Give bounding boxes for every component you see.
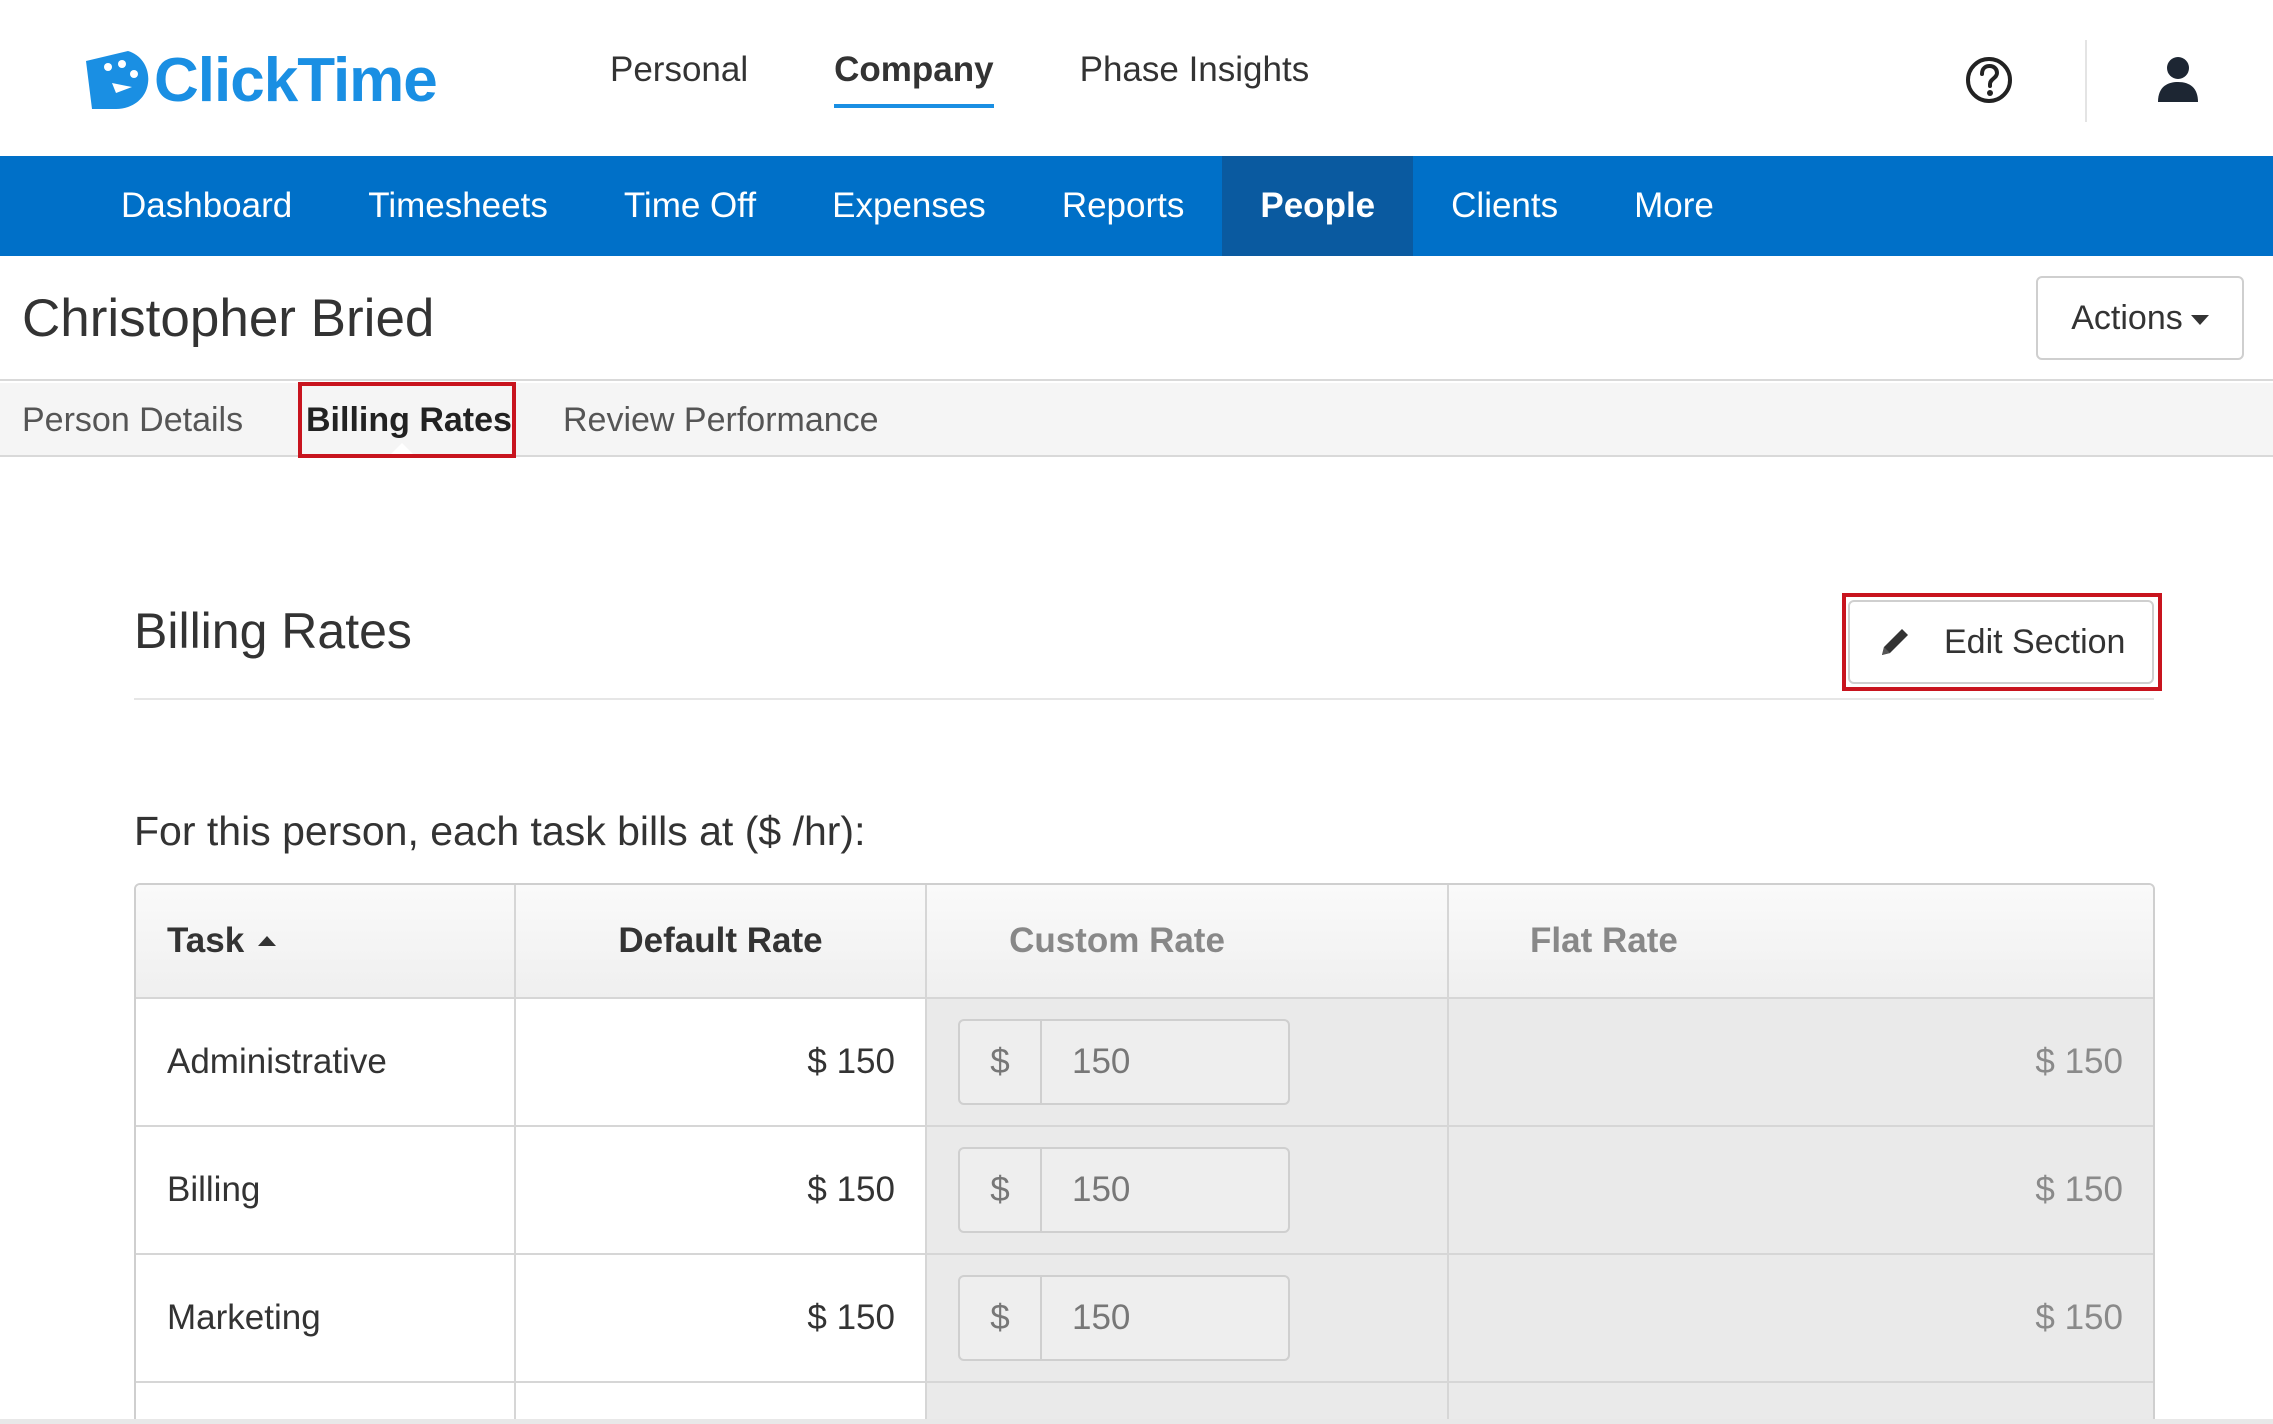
custom-rate-value[interactable]: 150 (1042, 1277, 1288, 1359)
custom-rate-cell: $ 150 (927, 1255, 1449, 1381)
rates-intro-text: For this person, each task bills at ($ /… (134, 808, 866, 854)
nav-clients[interactable]: Clients (1413, 156, 1596, 256)
custom-rate-cell (927, 1383, 1449, 1424)
table-row: Marketing $ 150 $ 150 $ 150 (136, 1255, 2153, 1383)
task-name: Marketing (136, 1255, 516, 1381)
actions-label: Actions (2071, 298, 2183, 337)
main-nav: Dashboard Timesheets Time Off Expenses R… (0, 156, 2273, 256)
top-nav-company[interactable]: Company (834, 50, 994, 108)
highlight-box-billing-tab (298, 382, 516, 458)
top-header: ClickTime Personal Company Phase Insight… (0, 0, 2273, 156)
currency-prefix: $ (960, 1277, 1042, 1359)
flat-rate: $ 150 (1449, 999, 2153, 1125)
flat-rate (1449, 1383, 2153, 1424)
default-rate (516, 1383, 927, 1424)
header-divider (2085, 40, 2087, 122)
section-divider (134, 698, 2154, 700)
task-name: Billing (136, 1127, 516, 1253)
table-row (136, 1383, 2153, 1424)
clicktime-logo[interactable]: ClickTime (82, 42, 438, 118)
caret-down-icon (2190, 315, 2209, 325)
top-nav-personal[interactable]: Personal (610, 50, 748, 108)
billing-rates-table: Task Default Rate Custom Rate Flat Rate … (134, 883, 2155, 1424)
default-rate: $ 150 (516, 1255, 927, 1381)
custom-rate-input[interactable]: $ 150 (958, 1019, 1290, 1105)
currency-prefix: $ (960, 1149, 1042, 1231)
tab-review-performance[interactable]: Review Performance (563, 383, 879, 457)
task-name (136, 1383, 516, 1424)
table-row: Administrative $ 150 $ 150 $ 150 (136, 999, 2153, 1127)
person-header: Christopher Bried Actions (0, 256, 2273, 381)
nav-more[interactable]: More (1596, 156, 1752, 256)
clicktime-logo-icon (86, 51, 149, 109)
nav-dashboard[interactable]: Dashboard (83, 156, 330, 256)
nav-time-off[interactable]: Time Off (586, 156, 794, 256)
custom-rate-value[interactable]: 150 (1042, 1149, 1288, 1231)
nav-reports[interactable]: Reports (1024, 156, 1223, 256)
default-rate: $ 150 (516, 999, 927, 1125)
nav-timesheets[interactable]: Timesheets (330, 156, 586, 256)
user-icon[interactable] (2156, 56, 2200, 102)
header-custom-rate: Custom Rate (927, 885, 1449, 997)
header-flat-rate: Flat Rate (1530, 921, 1678, 960)
highlight-box-edit-section (1842, 593, 2162, 691)
top-nav-phase-insights[interactable]: Phase Insights (1080, 50, 1310, 108)
nav-people[interactable]: People (1222, 156, 1414, 256)
custom-rate-value[interactable]: 150 (1042, 1021, 1288, 1103)
top-nav: Personal Company Phase Insights (610, 50, 1395, 108)
custom-rate-cell: $ 150 (927, 1127, 1449, 1253)
page-title: Christopher Bried (22, 289, 435, 348)
custom-rate-cell: $ 150 (927, 999, 1449, 1125)
custom-rate-input[interactable]: $ 150 (958, 1275, 1290, 1361)
nav-expenses[interactable]: Expenses (794, 156, 1024, 256)
header-task[interactable]: Task (136, 885, 516, 997)
default-rate: $ 150 (516, 1127, 927, 1253)
currency-prefix: $ (960, 1021, 1042, 1103)
actions-button[interactable]: Actions (2036, 276, 2244, 360)
sort-ascending-icon (258, 936, 277, 946)
section-title: Billing Rates (134, 603, 412, 659)
page-bottom-edge (0, 1419, 2273, 1424)
custom-rate-input[interactable]: $ 150 (958, 1147, 1290, 1233)
header-task-label: Task (167, 921, 245, 960)
table-header-row: Task Default Rate Custom Rate Flat Rate (136, 885, 2153, 999)
brand-name: ClickTime (154, 45, 438, 115)
table-row: Billing $ 150 $ 150 $ 150 (136, 1127, 2153, 1255)
flat-rate: $ 150 (1449, 1127, 2153, 1253)
header-default-rate: Default Rate (516, 885, 927, 997)
help-circle-icon[interactable] (1964, 55, 2014, 105)
flat-rate: $ 150 (1449, 1255, 2153, 1381)
tab-person-details[interactable]: Person Details (22, 383, 243, 457)
task-name: Administrative (136, 999, 516, 1125)
